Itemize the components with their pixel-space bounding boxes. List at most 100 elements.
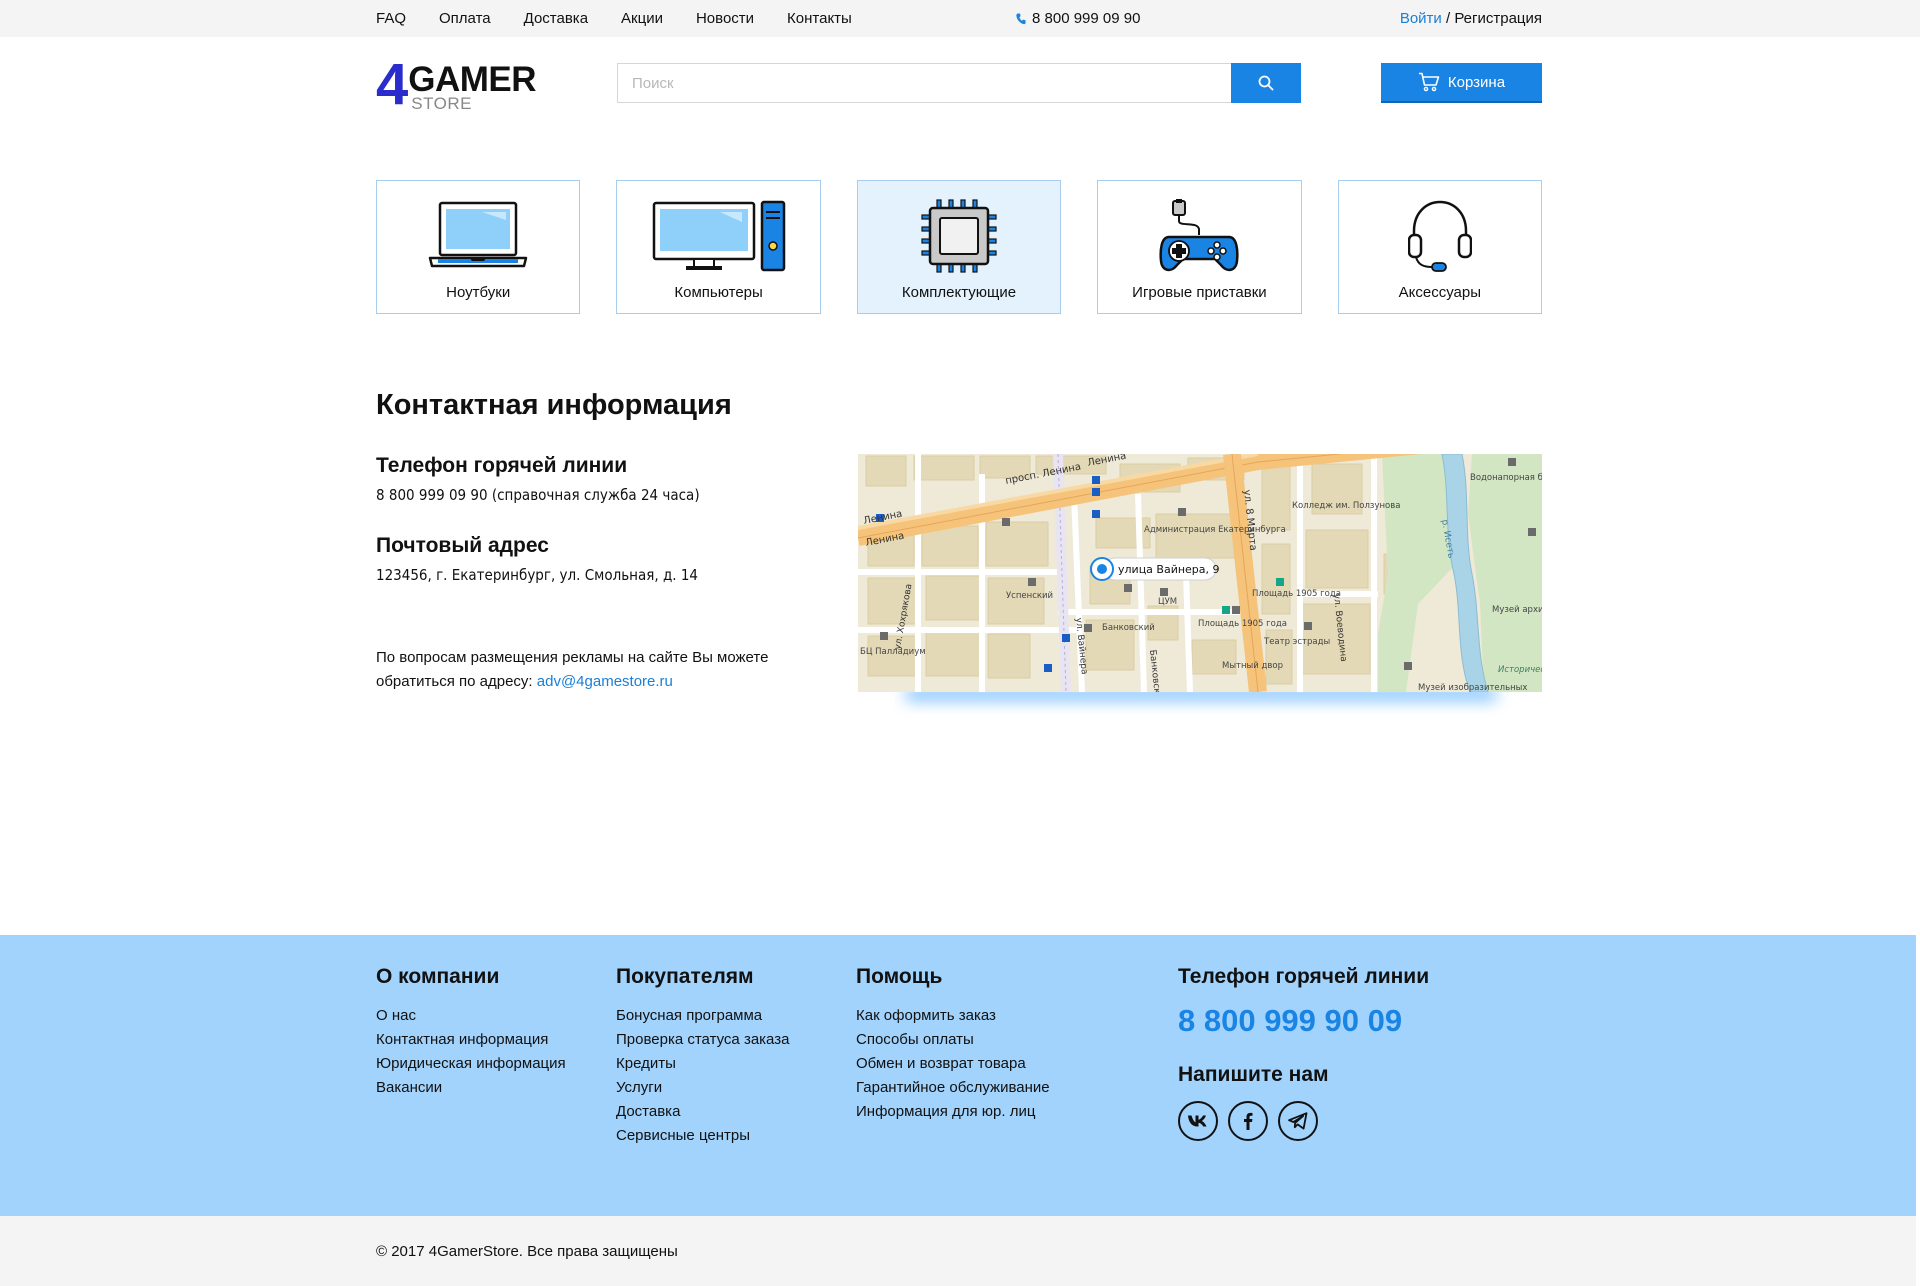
contact-info: Телефон горячей линии 8 800 999 09 90 (с… bbox=[376, 454, 836, 714]
category-label: Компьютеры bbox=[674, 284, 763, 301]
category-accessories[interactable]: Аксессуары bbox=[1337, 180, 1543, 314]
logo-store: STORE bbox=[411, 94, 473, 113]
category-label: Комплектующие bbox=[901, 284, 1017, 301]
top-nav-delivery[interactable]: Доставка bbox=[524, 10, 588, 27]
svg-text:Водонапорная башня: Водонапорная башня bbox=[1470, 473, 1542, 483]
svg-text:Банковский: Банковский bbox=[1102, 623, 1155, 633]
vk-icon bbox=[1188, 1115, 1207, 1127]
location-marker-icon[interactable]: улица Вайнера, 9 bbox=[1090, 557, 1220, 581]
top-nav: FAQ Оплата Доставка Акции Новости Контак… bbox=[376, 10, 852, 27]
search-icon bbox=[1258, 75, 1274, 91]
category-label: Ноутбуки bbox=[446, 284, 511, 301]
category-computers[interactable]: Компьютеры bbox=[616, 180, 821, 314]
logo-four: 4 bbox=[376, 52, 408, 117]
adv-email-link[interactable]: adv@4gamestore.ru bbox=[537, 673, 673, 690]
hotline-heading: Телефон горячей линии bbox=[376, 454, 628, 477]
footer-link-service-centers[interactable]: Сервисные центры bbox=[616, 1127, 750, 1144]
login-link[interactable]: Войти bbox=[1400, 10, 1442, 27]
footer-column-title: Покупателям bbox=[616, 965, 754, 988]
footer-link-legal[interactable]: Юридическая информация bbox=[376, 1055, 566, 1072]
auth-links: Войти / Регистрация bbox=[1400, 10, 1542, 27]
svg-text:Площадь 1905 года: Площадь 1905 года bbox=[1252, 589, 1341, 599]
footer-link-contacts[interactable]: Контактная информация bbox=[376, 1031, 548, 1048]
svg-text:Историческ. сквер: Историческ. сквер bbox=[1498, 665, 1542, 675]
footer-link-payment-methods[interactable]: Способы оплаты bbox=[856, 1031, 974, 1048]
footer-hotline-number[interactable]: 8 800 999 90 09 bbox=[1178, 1003, 1429, 1039]
headphones-icon bbox=[1407, 200, 1472, 272]
search-button[interactable] bbox=[1231, 63, 1301, 103]
footer-link-credits[interactable]: Кредиты bbox=[616, 1055, 676, 1072]
header: 4 GAMER STORE Корзина bbox=[376, 37, 1542, 142]
footer-column-title: Телефон горячей линии bbox=[1178, 965, 1430, 988]
copyright-text: © 2017 4GamerStore. Все права защищены bbox=[376, 1243, 678, 1260]
vk-button[interactable] bbox=[1178, 1101, 1218, 1141]
top-nav-faq[interactable]: FAQ bbox=[376, 10, 406, 27]
footer-link-delivery[interactable]: Доставка bbox=[616, 1103, 680, 1120]
top-nav-promotions[interactable]: Акции bbox=[621, 10, 663, 27]
footer-column-title: Помощь bbox=[856, 965, 943, 988]
logo-gamer: GAMER bbox=[408, 60, 537, 99]
footer-link-vacancies[interactable]: Вакансии bbox=[376, 1079, 442, 1096]
desktop-computer-icon bbox=[652, 200, 785, 272]
cart-icon bbox=[1418, 72, 1440, 92]
footer-link-order-status[interactable]: Проверка статуса заказа bbox=[616, 1031, 789, 1048]
footer-buyers-column: Покупателям Бонусная программа Проверка … bbox=[616, 965, 789, 1151]
page-title: Контактная информация bbox=[376, 389, 732, 421]
search-input[interactable] bbox=[617, 63, 1231, 103]
footer-link-warranty[interactable]: Гарантийное обслуживание bbox=[856, 1079, 1050, 1096]
copyright-bar: © 2017 4GamerStore. Все права защищены bbox=[0, 1216, 1916, 1286]
footer-link-bonus[interactable]: Бонусная программа bbox=[616, 1007, 762, 1024]
cart-label: Корзина bbox=[1447, 73, 1506, 91]
svg-text:Музей изобразительных: Музей изобразительных bbox=[1418, 683, 1527, 692]
footer-link-services[interactable]: Услуги bbox=[616, 1079, 662, 1096]
footer-link-how-to-order[interactable]: Как оформить заказ bbox=[856, 1007, 996, 1024]
gamepad-icon bbox=[1159, 199, 1239, 272]
facebook-icon bbox=[1244, 1112, 1253, 1130]
category-components[interactable]: Комплектующие bbox=[856, 180, 1062, 314]
telegram-icon bbox=[1288, 1112, 1308, 1130]
top-phone-number: 8 800 999 09 90 bbox=[1032, 10, 1141, 27]
address-value: 123456, г. Екатеринбург, ул. Смольная, д… bbox=[376, 566, 699, 584]
svg-text:БЦ Палладиум: БЦ Палладиум bbox=[860, 647, 926, 657]
top-nav-contacts[interactable]: Контакты bbox=[787, 10, 852, 27]
svg-text:Мытный двор: Мытный двор bbox=[1222, 661, 1283, 671]
footer: О компании О нас Контактная информация Ю… bbox=[0, 935, 1916, 1216]
svg-text:Колледж им. Ползунова: Колледж им. Ползунова bbox=[1292, 501, 1400, 511]
facebook-button[interactable] bbox=[1228, 1101, 1268, 1141]
top-nav-payment[interactable]: Оплата bbox=[439, 10, 491, 27]
footer-link-returns[interactable]: Обмен и возврат товара bbox=[856, 1055, 1026, 1072]
laptop-icon bbox=[428, 201, 528, 268]
footer-help-column: Помощь Как оформить заказ Способы оплаты… bbox=[856, 965, 1050, 1127]
footer-link-about[interactable]: О нас bbox=[376, 1007, 416, 1024]
cart-button[interactable]: Корзина bbox=[1381, 63, 1542, 103]
auth-separator: / bbox=[1441, 10, 1455, 27]
footer-contact-column: Телефон горячей линии 8 800 999 90 09 На… bbox=[1178, 965, 1429, 1141]
adv-note: По вопросам размещения рекламы на сайте … bbox=[376, 646, 836, 694]
svg-text:Музей архитектуры и дизайна: Музей архитектуры и дизайна bbox=[1492, 605, 1542, 615]
map-canvas[interactable]: просп. Ленина Ленина Ленина Ленина ул. 8… bbox=[858, 454, 1542, 692]
location-map[interactable]: просп. Ленина Ленина Ленина Ленина ул. 8… bbox=[858, 454, 1542, 692]
contacts-content: Телефон горячей линии 8 800 999 09 90 (с… bbox=[376, 454, 1542, 714]
map-marker-label: улица Вайнера, 9 bbox=[1118, 563, 1220, 576]
footer-write-title: Напишите нам bbox=[1178, 1063, 1329, 1086]
footer-column-title: О компании bbox=[376, 965, 500, 988]
top-nav-news[interactable]: Новости bbox=[696, 10, 754, 27]
phone-icon bbox=[1016, 13, 1026, 24]
category-label: Игровые приставки bbox=[1132, 284, 1267, 301]
category-label: Аксессуары bbox=[1398, 284, 1482, 301]
footer-link-legal-entities[interactable]: Информация для юр. лиц bbox=[856, 1103, 1035, 1120]
svg-text:Администрация Екатеринбурга: Администрация Екатеринбурга bbox=[1144, 525, 1286, 535]
footer-company-column: О компании О нас Контактная информация Ю… bbox=[376, 965, 566, 1103]
hotline-value: 8 800 999 09 90 (справочная служба 24 ча… bbox=[376, 486, 700, 504]
search-bar bbox=[617, 63, 1301, 103]
category-list: Ноутбуки Компьютеры Комплектующие Игровы… bbox=[376, 180, 1543, 314]
register-link[interactable]: Регистрация bbox=[1454, 10, 1542, 27]
address-heading: Почтовый адрес bbox=[376, 534, 549, 557]
category-laptops[interactable]: Ноутбуки bbox=[376, 180, 581, 314]
svg-text:Площадь 1905 года: Площадь 1905 года bbox=[1198, 619, 1287, 629]
category-game-consoles[interactable]: Игровые приставки bbox=[1097, 180, 1302, 314]
store-logo[interactable]: 4 GAMER STORE bbox=[376, 52, 537, 117]
top-phone[interactable]: 8 800 999 09 90 bbox=[1016, 10, 1140, 27]
telegram-button[interactable] bbox=[1278, 1101, 1318, 1141]
svg-text:Театр эстрады: Театр эстрады bbox=[1263, 637, 1330, 647]
